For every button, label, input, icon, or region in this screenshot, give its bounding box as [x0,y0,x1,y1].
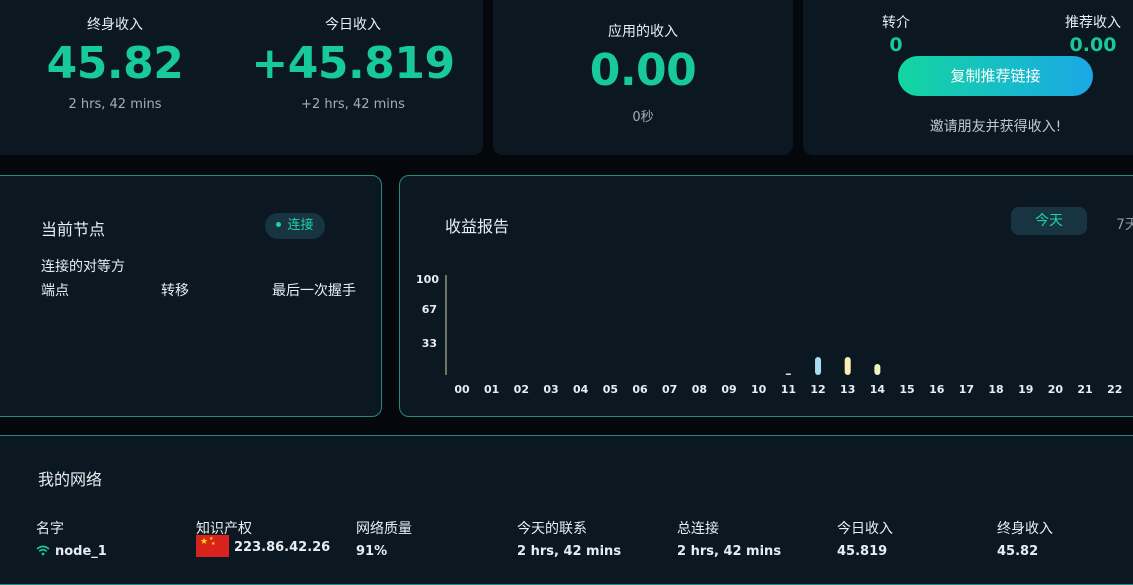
col-today-connection: 今天的联系 [517,521,587,537]
today-earnings-duration: +2 hrs, 42 mins [301,97,405,112]
node-ip: 223.86.42.26 [234,540,331,555]
referrals-label: 转介 [882,15,910,31]
col-today-income: 今日收入 [837,521,893,537]
app-earnings-duration: 0秒 [632,110,654,125]
my-network-title: 我的网络 [38,470,103,489]
x-tick-label: 01 [484,383,499,396]
node-name: node_1 [55,544,107,559]
x-tick-label: 09 [721,383,736,396]
chart-bar [844,357,851,375]
x-tick-label: 19 [1018,383,1033,396]
peers-col-last-handshake: 最后一次握手 [272,283,356,299]
current-node-title: 当前节点 [41,220,106,239]
x-tick-label: 17 [959,383,974,396]
chart-bar [815,357,822,375]
today-earnings: 今日收入 +45.819 +2 hrs, 42 mins [238,14,468,112]
copy-referral-link-button[interactable]: 复制推荐链接 [898,56,1093,96]
referral-income-label: 推荐收入 [1065,15,1121,31]
earnings-chart: 100 67 33 00 01 02 03 04 05 06 07 08 09 10 11 12 13 14… [416,273,1122,396]
referral-income-value: 0.00 [1069,34,1117,56]
earnings-summary-card: 终身收入 45.82 2 hrs, 42 mins 今日收入 +45.819 +… [0,0,483,155]
x-tick-label: 14 [870,383,886,396]
row-today-income: 45.819 [837,544,888,559]
app-earnings: 应用的收入 0.00 0秒 [493,21,793,125]
referral-income: 推荐收入 0.00 [1033,12,1133,56]
peers-col-transfer: 转移 [161,283,189,299]
lifetime-earnings-value: 45.82 [46,38,184,89]
chart-bar [785,373,791,375]
chart-bar [874,364,881,375]
row-quality: 91% [356,544,388,559]
row-today-connection: 2 hrs, 42 mins [517,544,622,559]
col-total-connection: 总连接 [677,521,719,537]
x-tick-label: 04 [573,383,589,396]
lifetime-earnings-duration: 2 hrs, 42 mins [68,97,162,112]
col-name: 名字 [36,521,64,537]
x-tick-label: 08 [692,383,707,396]
x-tick-label: 05 [603,383,618,396]
x-tick-label: 00 [454,383,470,396]
app-earnings-label: 应用的收入 [608,24,678,40]
y-tick-100: 100 [416,273,439,286]
x-tick-label: 11 [781,383,796,396]
x-tick-label: 07 [662,383,677,396]
x-tick-label: 22 [1107,383,1122,396]
x-tick-label: 16 [929,383,945,396]
status-dot-icon [276,222,282,227]
y-tick-33: 33 [422,337,437,350]
x-tick-label: 20 [1048,383,1064,396]
x-axis-labels: 00 01 02 03 04 05 06 07 08 09 10 11 12 13 14 15 16 17 18 19… [454,383,1122,396]
china-flag-icon: ★ ★ ★ [196,535,229,557]
referral-card: 转介 0 推荐收入 0.00 复制推荐链接 邀请朋友并获得收入! [803,0,1133,155]
current-node-card: 当前节点 连接 连接的对等方 端点 转移 最后一次握手 [0,175,382,417]
peers-col-endpoint: 端点 [41,283,69,299]
row-total-connection: 2 hrs, 42 mins [677,544,782,559]
connected-peers-label: 连接的对等方 [41,259,125,275]
earnings-report-card: 收益报告 今天 7天 100 67 33 00 01 02 03 04 05 06 07 08 0… [399,175,1133,417]
invite-text: 邀请朋友并获得收入! [929,119,1062,135]
app-earnings-value: 0.00 [589,45,697,96]
connection-status-text: 连接 [287,218,314,233]
wifi-icon [36,545,50,556]
connection-status-badge: 连接 [265,213,325,239]
x-tick-label: 18 [988,383,1003,396]
x-tick-label: 12 [810,383,825,396]
row-name[interactable]: node_1 [36,544,107,559]
x-tick-label: 10 [751,383,767,396]
app-earnings-card: 应用的收入 0.00 0秒 [493,0,793,155]
lifetime-earnings: 终身收入 45.82 2 hrs, 42 mins [0,14,230,112]
x-tick-label: 13 [840,383,855,396]
row-ip: ★ ★ ★ 223.86.42.26 [196,535,330,557]
today-earnings-value: +45.819 [251,38,455,89]
my-network-card: 我的网络 名字 知识产权 网络质量 今天的联系 总连接 今日收入 终身收入 no… [0,435,1133,585]
y-tick-67: 67 [422,303,437,316]
x-tick-label: 06 [632,383,648,396]
x-tick-label: 02 [514,383,529,396]
referrals: 转介 0 [853,12,939,56]
x-tick-label: 15 [899,383,914,396]
col-lifetime-income: 终身收入 [997,521,1053,537]
today-earnings-label: 今日收入 [325,17,381,33]
x-tick-label: 21 [1077,383,1092,396]
row-lifetime-income: 45.82 [997,544,1039,559]
lifetime-earnings-label: 终身收入 [87,17,143,33]
chart-bars [785,357,881,375]
x-tick-label: 03 [543,383,558,396]
referrals-value: 0 [889,34,903,56]
col-quality: 网络质量 [356,521,412,537]
